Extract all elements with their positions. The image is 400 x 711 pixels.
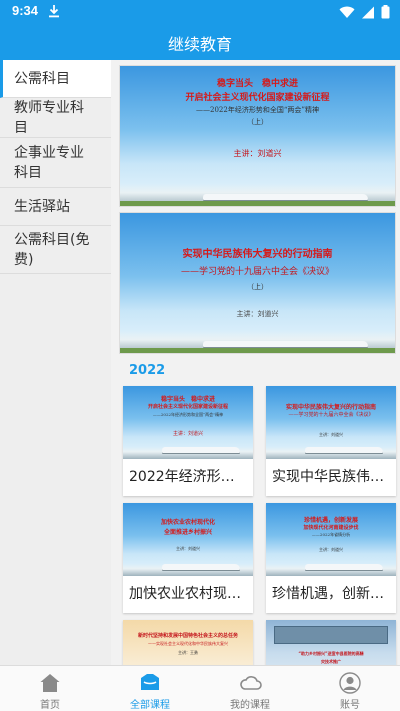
thumb-line: 稳字当头 稳中求进 (160, 396, 215, 403)
banner-line: ——学习党的十九届六中全会《决议》 (180, 267, 334, 277)
tab-label: 首页 (40, 700, 60, 711)
sidebar-item-label: 公需科目(免费) (14, 231, 90, 268)
tab-my-courses[interactable]: 我的课程 (200, 666, 300, 711)
thumb-line: 加快农业农村现代化 (160, 519, 215, 526)
course-card[interactable]: 珍惜机遇，创新发展 加快现代化河南建设步伐 ——2022年省情分析 主讲：刘道兴… (266, 503, 396, 613)
banner-lecturer: 主讲：刘道兴 (236, 310, 279, 318)
banner-line: 稳字当头 稳中求进 (216, 79, 298, 89)
tab-label: 我的课程 (230, 700, 270, 711)
banner-line: ——2022年经济形势和全国“两会”精神 (196, 106, 319, 114)
thumb-line: 主讲：刘道兴 (172, 431, 203, 437)
course-thumbnail: 新时代坚持和发展中国特色社会主义的总任务 ——实现社会主义现代化和中华民族伟大复… (123, 620, 253, 665)
courses-icon (139, 672, 161, 694)
tab-account[interactable]: 账号 (300, 666, 400, 711)
train-illustration (266, 447, 396, 459)
sidebar-item-label: 生活驿站 (14, 198, 70, 215)
course-thumbnail: 加快农业农村现代化 全面推进乡村振兴 主讲：刘道兴 (123, 503, 253, 576)
course-thumbnail: 稳字当头 稳中求进 开启社会主义现代化国家建设新征程 ——2022年经济形势和全… (123, 386, 253, 459)
status-time: 9:34 (12, 3, 39, 18)
thumb-line: 主讲：刘道兴 (319, 547, 343, 552)
banner-line: 实现中华民族伟大复兴的行动指南 (182, 249, 333, 260)
battery-icon (381, 4, 390, 23)
account-icon (339, 672, 361, 694)
signal-icon (361, 4, 375, 23)
course-card[interactable]: 加快农业农村现代化 全面推进乡村振兴 主讲：刘道兴 加快农业农村现… (123, 503, 253, 613)
thumb-line: “助力乡村振兴”送宣中县医院的高精 (298, 651, 364, 656)
hospital-building-illustration (274, 626, 388, 644)
thumb-line: 主讲：刘道兴 (176, 546, 200, 551)
course-card[interactable]: 实现中华民族伟大复兴的行动指南 ——学习党的十九届六中全会《决议》 主讲：刘道兴… (266, 386, 396, 496)
thumb-line: 加快现代化河南建设步伐 (303, 525, 359, 531)
sidebar-item-public-required[interactable]: 公需科目 (0, 60, 111, 98)
banner-line: 开启社会主义现代化国家建设新征程 (185, 93, 330, 103)
tab-label: 全部课程 (130, 700, 170, 711)
course-card[interactable]: “助力乡村振兴”送宣中县医院的高精 灾技术推广 (266, 620, 396, 665)
category-sidebar: 公需科目 教师专业科目 企事业专业科目 生活驿站 公需科目(免费) (0, 60, 111, 665)
section-year-heading: 2022 (129, 363, 166, 378)
course-thumbnail: 实现中华民族伟大复兴的行动指南 ——学习党的十九届六中全会《决议》 主讲：刘道兴 (266, 386, 396, 459)
tab-label: 账号 (340, 700, 360, 711)
train-illustration (123, 564, 253, 576)
course-title: 2022年经济形势… (129, 469, 249, 485)
banner-course-2[interactable]: 实现中华民族伟大复兴的行动指南 ——学习党的十九届六中全会《决议》 （上） 主讲… (119, 212, 396, 354)
wifi-icon (339, 4, 355, 23)
sidebar-item-label: 教师专业科目 (14, 99, 84, 136)
page-title: 继续教育 (167, 35, 232, 54)
course-content: 稳字当头 稳中求进 开启社会主义现代化国家建设新征程 ——2022年经济形势和全… (111, 60, 400, 665)
banner-line: （上） (247, 283, 268, 291)
thumb-line: 珍惜机遇，创新发展 (303, 517, 358, 524)
sidebar-item-life-station[interactable]: 生活驿站 (0, 188, 111, 226)
home-icon (39, 672, 61, 694)
thumb-line: ——2022年省情分析 (311, 532, 351, 537)
banner-line: （上） (247, 118, 268, 126)
course-thumbnail: 珍惜机遇，创新发展 加快现代化河南建设步伐 ——2022年省情分析 主讲：刘道兴 (266, 503, 396, 576)
app-header: 继续教育 (0, 22, 400, 60)
banner-course-1[interactable]: 稳字当头 稳中求进 开启社会主义现代化国家建设新征程 ——2022年经济形势和全… (119, 65, 396, 207)
train-illustration (123, 447, 253, 459)
bottom-tab-bar: 首页 全部课程 我的课程 账号 (0, 665, 400, 711)
banner-slide: 稳字当头 稳中求进 开启社会主义现代化国家建设新征程 ——2022年经济形势和全… (120, 66, 395, 206)
sidebar-item-label: 企事业专业科目 (14, 144, 84, 181)
thumb-line: 主讲：王勇 (178, 650, 198, 655)
sidebar-item-label: 公需科目 (14, 70, 70, 87)
thumb-line: ——学习党的十九届六中全会《决议》 (288, 412, 374, 418)
sidebar-item-public-free[interactable]: 公需科目(免费) (0, 226, 111, 274)
course-card[interactable]: 新时代坚持和发展中国特色社会主义的总任务 ——实现社会主义现代化和中华民族伟大复… (123, 620, 253, 665)
sidebar-item-teacher-professional[interactable]: 教师专业科目 (0, 98, 111, 138)
tab-all-courses[interactable]: 全部课程 (100, 666, 200, 711)
thumb-line: 新时代坚持和发展中国特色社会主义的总任务 (137, 633, 238, 639)
train-illustration (266, 564, 396, 576)
course-card[interactable]: 稳字当头 稳中求进 开启社会主义现代化国家建设新征程 ——2022年经济形势和全… (123, 386, 253, 496)
cloud-icon (239, 672, 262, 694)
banner-slide: 实现中华民族伟大复兴的行动指南 ——学习党的十九届六中全会《决议》 （上） 主讲… (120, 213, 395, 353)
sidebar-item-enterprise-professional[interactable]: 企事业专业科目 (0, 138, 111, 188)
course-title: 珍惜机遇，创新… (272, 586, 384, 602)
thumb-line: ——2022年经济形势和全国“两会”精神 (152, 412, 224, 417)
course-title: 实现中华民族伟… (272, 469, 384, 485)
course-title: 加快农业农村现… (129, 586, 241, 602)
tab-home[interactable]: 首页 (0, 666, 100, 711)
course-thumbnail: “助力乡村振兴”送宣中县医院的高精 灾技术推广 (266, 620, 396, 665)
banner-lecturer: 主讲：刘道兴 (233, 149, 282, 158)
thumb-line: 开启社会主义现代化国家建设新征程 (147, 404, 228, 410)
thumb-line: ——实现社会主义现代化和中华民族伟大复兴 (148, 641, 228, 646)
grass-illustration (120, 348, 395, 353)
grass-illustration (120, 201, 395, 206)
thumb-line: 主讲：刘道兴 (319, 432, 343, 437)
thumb-line: 实现中华民族伟大复兴的行动指南 (285, 404, 376, 411)
download-icon (48, 3, 60, 22)
thumb-line: 全面推进乡村振兴 (163, 529, 212, 536)
status-bar: 9:34 (0, 0, 400, 22)
